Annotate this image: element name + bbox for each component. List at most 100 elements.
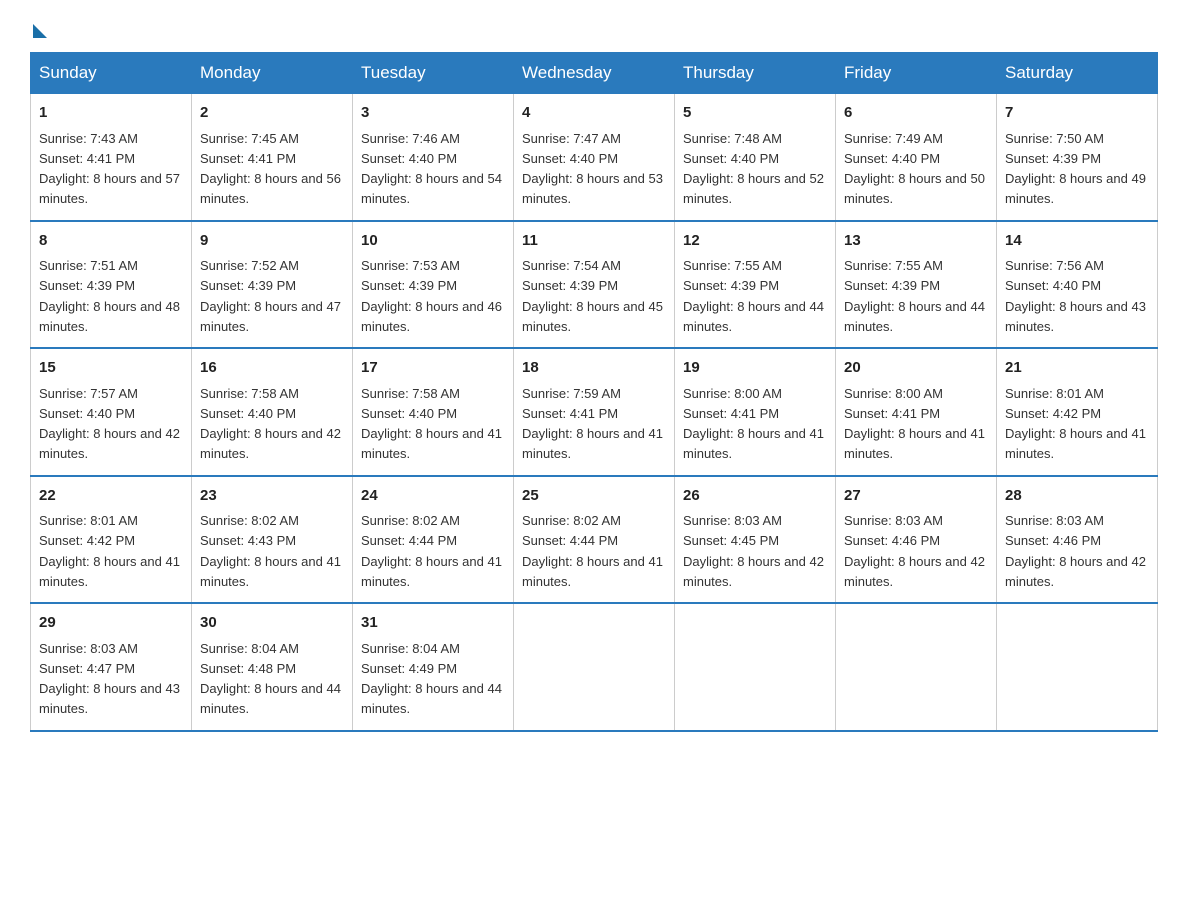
calendar-cell: 24 Sunrise: 8:02 AMSunset: 4:44 PMDayligh… (353, 476, 514, 604)
weekday-header-friday: Friday (836, 53, 997, 94)
calendar-cell (836, 603, 997, 731)
day-number: 25 (522, 485, 666, 508)
logo (30, 20, 47, 34)
weekday-header-monday: Monday (192, 53, 353, 94)
day-number: 7 (1005, 102, 1149, 125)
day-info: Sunrise: 7:51 AMSunset: 4:39 PMDaylight:… (39, 258, 180, 334)
calendar-cell: 15 Sunrise: 7:57 AMSunset: 4:40 PMDayligh… (31, 348, 192, 476)
day-info: Sunrise: 8:03 AMSunset: 4:46 PMDaylight:… (844, 513, 985, 589)
day-info: Sunrise: 7:57 AMSunset: 4:40 PMDaylight:… (39, 386, 180, 462)
day-info: Sunrise: 8:03 AMSunset: 4:45 PMDaylight:… (683, 513, 824, 589)
calendar-cell: 22 Sunrise: 8:01 AMSunset: 4:42 PMDayligh… (31, 476, 192, 604)
calendar-cell: 9 Sunrise: 7:52 AMSunset: 4:39 PMDaylight… (192, 221, 353, 349)
day-info: Sunrise: 8:02 AMSunset: 4:44 PMDaylight:… (361, 513, 502, 589)
calendar-cell: 12 Sunrise: 7:55 AMSunset: 4:39 PMDayligh… (675, 221, 836, 349)
day-number: 9 (200, 230, 344, 253)
calendar-cell: 29Sunrise: 8:03 AMSunset: 4:47 PMDayligh… (31, 603, 192, 731)
day-info: Sunrise: 7:55 AMSunset: 4:39 PMDaylight:… (683, 258, 824, 334)
calendar-week-row: 29Sunrise: 8:03 AMSunset: 4:47 PMDayligh… (31, 603, 1158, 731)
page-header (30, 20, 1158, 34)
day-info: Sunrise: 7:54 AMSunset: 4:39 PMDaylight:… (522, 258, 663, 334)
calendar-cell: 31 Sunrise: 8:04 AMSunset: 4:49 PMDayligh… (353, 603, 514, 731)
calendar-header-row: SundayMondayTuesdayWednesdayThursdayFrid… (31, 53, 1158, 94)
day-info: Sunrise: 7:58 AMSunset: 4:40 PMDaylight:… (361, 386, 502, 462)
day-info: Sunrise: 8:01 AMSunset: 4:42 PMDaylight:… (1005, 386, 1146, 462)
day-info: Sunrise: 8:04 AMSunset: 4:48 PMDaylight:… (200, 641, 341, 717)
day-number: 19 (683, 357, 827, 380)
day-number: 12 (683, 230, 827, 253)
calendar-cell: 6Sunrise: 7:49 AMSunset: 4:40 PMDaylight… (836, 94, 997, 221)
calendar-week-row: 1 Sunrise: 7:43 AMSunset: 4:41 PMDaylight… (31, 94, 1158, 221)
day-number: 10 (361, 230, 505, 253)
day-info: Sunrise: 8:00 AMSunset: 4:41 PMDaylight:… (683, 386, 824, 462)
calendar-cell: 30 Sunrise: 8:04 AMSunset: 4:48 PMDayligh… (192, 603, 353, 731)
calendar-week-row: 8Sunrise: 7:51 AMSunset: 4:39 PMDaylight… (31, 221, 1158, 349)
calendar-cell: 14 Sunrise: 7:56 AMSunset: 4:40 PMDayligh… (997, 221, 1158, 349)
calendar-cell: 17 Sunrise: 7:58 AMSunset: 4:40 PMDayligh… (353, 348, 514, 476)
calendar-cell: 5Sunrise: 7:48 AMSunset: 4:40 PMDaylight… (675, 94, 836, 221)
calendar-body: 1 Sunrise: 7:43 AMSunset: 4:41 PMDaylight… (31, 94, 1158, 731)
calendar-cell: 23 Sunrise: 8:02 AMSunset: 4:43 PMDayligh… (192, 476, 353, 604)
day-info: Sunrise: 7:43 AMSunset: 4:41 PMDaylight:… (39, 131, 180, 207)
weekday-header-saturday: Saturday (997, 53, 1158, 94)
calendar-cell: 28 Sunrise: 8:03 AMSunset: 4:46 PMDayligh… (997, 476, 1158, 604)
weekday-header-wednesday: Wednesday (514, 53, 675, 94)
day-number: 21 (1005, 357, 1149, 380)
day-number: 24 (361, 485, 505, 508)
day-number: 26 (683, 485, 827, 508)
day-info: Sunrise: 7:53 AMSunset: 4:39 PMDaylight:… (361, 258, 502, 334)
calendar-cell: 13Sunrise: 7:55 AMSunset: 4:39 PMDayligh… (836, 221, 997, 349)
calendar-cell: 4 Sunrise: 7:47 AMSunset: 4:40 PMDaylight… (514, 94, 675, 221)
day-info: Sunrise: 7:48 AMSunset: 4:40 PMDaylight:… (683, 131, 824, 207)
day-number: 17 (361, 357, 505, 380)
day-info: Sunrise: 8:04 AMSunset: 4:49 PMDaylight:… (361, 641, 502, 717)
calendar-cell: 2 Sunrise: 7:45 AMSunset: 4:41 PMDaylight… (192, 94, 353, 221)
day-number: 28 (1005, 485, 1149, 508)
day-number: 20 (844, 357, 988, 380)
calendar-cell: 10 Sunrise: 7:53 AMSunset: 4:39 PMDayligh… (353, 221, 514, 349)
day-number: 1 (39, 102, 183, 125)
calendar-table: SundayMondayTuesdayWednesdayThursdayFrid… (30, 52, 1158, 732)
calendar-cell: 1 Sunrise: 7:43 AMSunset: 4:41 PMDaylight… (31, 94, 192, 221)
day-number: 16 (200, 357, 344, 380)
logo-arrow-icon (33, 24, 47, 38)
calendar-cell: 21 Sunrise: 8:01 AMSunset: 4:42 PMDayligh… (997, 348, 1158, 476)
day-info: Sunrise: 8:01 AMSunset: 4:42 PMDaylight:… (39, 513, 180, 589)
calendar-cell: 19 Sunrise: 8:00 AMSunset: 4:41 PMDayligh… (675, 348, 836, 476)
calendar-week-row: 22 Sunrise: 8:01 AMSunset: 4:42 PMDayligh… (31, 476, 1158, 604)
day-number: 15 (39, 357, 183, 380)
calendar-cell (675, 603, 836, 731)
day-info: Sunrise: 7:47 AMSunset: 4:40 PMDaylight:… (522, 131, 663, 207)
calendar-cell (997, 603, 1158, 731)
day-number: 23 (200, 485, 344, 508)
weekday-header-sunday: Sunday (31, 53, 192, 94)
weekday-header-thursday: Thursday (675, 53, 836, 94)
day-info: Sunrise: 7:45 AMSunset: 4:41 PMDaylight:… (200, 131, 341, 207)
day-number: 22 (39, 485, 183, 508)
day-info: Sunrise: 7:49 AMSunset: 4:40 PMDaylight:… (844, 131, 985, 207)
day-info: Sunrise: 8:02 AMSunset: 4:44 PMDaylight:… (522, 513, 663, 589)
calendar-cell (514, 603, 675, 731)
calendar-cell: 11 Sunrise: 7:54 AMSunset: 4:39 PMDayligh… (514, 221, 675, 349)
day-number: 4 (522, 102, 666, 125)
day-number: 14 (1005, 230, 1149, 253)
day-info: Sunrise: 8:00 AMSunset: 4:41 PMDaylight:… (844, 386, 985, 462)
day-number: 27 (844, 485, 988, 508)
day-number: 3 (361, 102, 505, 125)
calendar-cell: 25 Sunrise: 8:02 AMSunset: 4:44 PMDayligh… (514, 476, 675, 604)
day-info: Sunrise: 7:52 AMSunset: 4:39 PMDaylight:… (200, 258, 341, 334)
day-info: Sunrise: 7:59 AMSunset: 4:41 PMDaylight:… (522, 386, 663, 462)
day-info: Sunrise: 7:56 AMSunset: 4:40 PMDaylight:… (1005, 258, 1146, 334)
day-number: 31 (361, 612, 505, 635)
day-info: Sunrise: 8:03 AMSunset: 4:46 PMDaylight:… (1005, 513, 1146, 589)
calendar-week-row: 15 Sunrise: 7:57 AMSunset: 4:40 PMDayligh… (31, 348, 1158, 476)
day-number: 30 (200, 612, 344, 635)
day-number: 11 (522, 230, 666, 253)
day-number: 2 (200, 102, 344, 125)
day-info: Sunrise: 7:50 AMSunset: 4:39 PMDaylight:… (1005, 131, 1146, 207)
day-number: 18 (522, 357, 666, 380)
calendar-cell: 7 Sunrise: 7:50 AMSunset: 4:39 PMDaylight… (997, 94, 1158, 221)
day-info: Sunrise: 7:55 AMSunset: 4:39 PMDaylight:… (844, 258, 985, 334)
day-info: Sunrise: 8:02 AMSunset: 4:43 PMDaylight:… (200, 513, 341, 589)
calendar-cell: 27 Sunrise: 8:03 AMSunset: 4:46 PMDayligh… (836, 476, 997, 604)
